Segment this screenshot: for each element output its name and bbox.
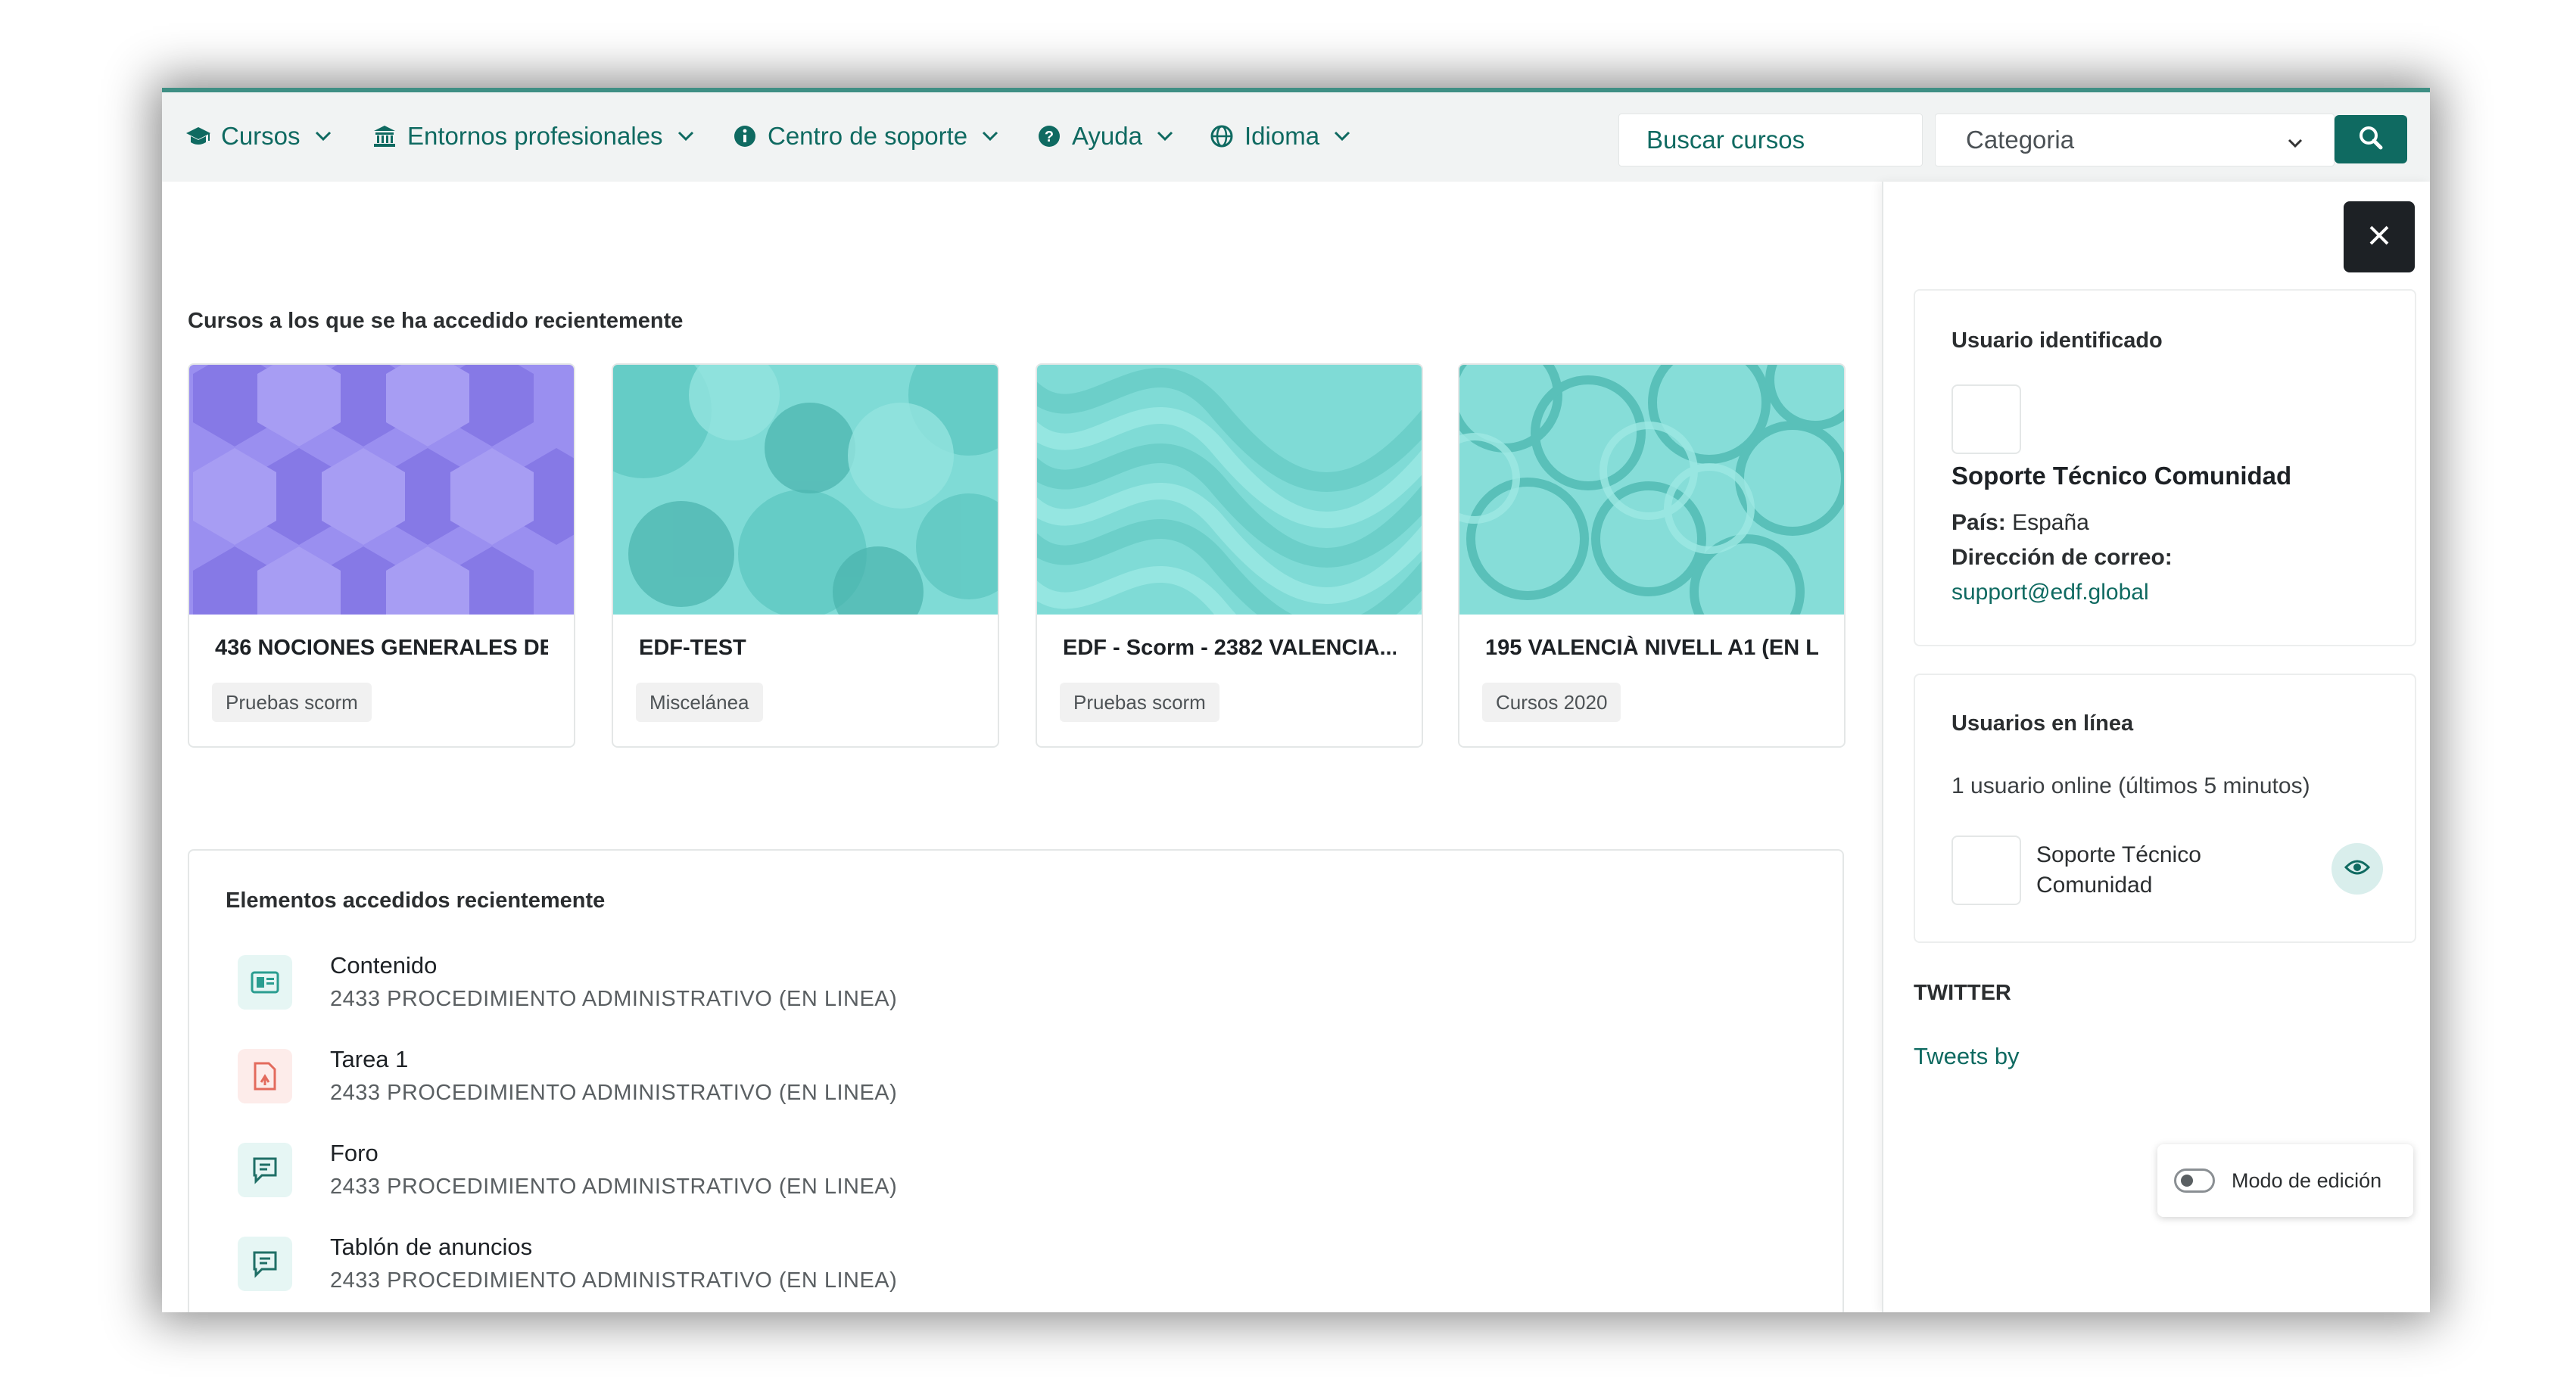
twitter-title: TWITTER	[1914, 981, 2011, 1005]
list-item[interactable]: Tarea 1 2433 PROCEDIMIENTO ADMINISTRATIV…	[238, 1046, 1146, 1122]
nav-centro-soporte-label: Centro de soporte	[768, 122, 968, 150]
nav-ayuda-label: Ayuda	[1072, 122, 1142, 150]
nav-entornos-label: Entornos profesionales	[407, 122, 663, 150]
assignment-icon	[238, 1049, 292, 1103]
online-users-block: Usuarios en línea 1 usuario online (últi…	[1914, 674, 2416, 943]
course-card-image	[613, 365, 998, 637]
edit-mode-label: Modo de edición	[2232, 1169, 2382, 1192]
country-value: España	[2012, 510, 2089, 535]
item-name[interactable]: Contenido	[330, 952, 437, 979]
avatar[interactable]	[1951, 384, 2021, 454]
institution-icon	[371, 123, 398, 150]
item-name[interactable]: Tarea 1	[330, 1046, 408, 1073]
chevron-down-icon	[2287, 126, 2303, 154]
online-users-title: Usuarios en línea	[1951, 711, 2134, 736]
tweets-by-link[interactable]: Tweets by	[1914, 1043, 2020, 1070]
edit-mode-toggle[interactable]: Modo de edición	[2157, 1144, 2413, 1217]
svg-text:?: ?	[1045, 129, 1054, 145]
show-user-button[interactable]	[2331, 843, 2383, 895]
course-name[interactable]: EDF-TEST	[639, 636, 972, 661]
chevron-down-icon	[1156, 126, 1176, 146]
info-circle-icon	[731, 123, 758, 150]
list-item[interactable]: Contenido 2433 PROCEDIMIENTO ADMINISTRAT…	[238, 952, 1146, 1028]
top-navbar: Cursos Entornos profesionales Centro de …	[162, 88, 2430, 182]
search-input[interactable]: Buscar cursos	[1618, 114, 1923, 166]
toggle-knob	[2181, 1175, 2193, 1187]
item-course: 2433 PROCEDIMIENTO ADMINISTRATIVO (EN LI…	[330, 1175, 898, 1199]
nav-cursos-label: Cursos	[221, 122, 301, 150]
nav-idioma-label: Idioma	[1244, 122, 1320, 150]
category-select-value: Categoria	[1966, 126, 2075, 154]
logged-user-block: Usuario identificado Soporte Técnico Com…	[1914, 289, 2416, 646]
course-category-badge: Pruebas scorm	[212, 683, 372, 722]
toggle-switch[interactable]	[2174, 1169, 2215, 1193]
course-category-badge: Pruebas scorm	[1060, 683, 1219, 722]
country-label: País:	[1951, 510, 2006, 535]
graduation-cap-icon	[185, 123, 212, 150]
recent-items-block: Elementos accedidos recientemente Conten…	[188, 849, 1844, 1312]
course-card-image	[189, 365, 574, 643]
chevron-down-icon	[314, 126, 334, 146]
search-icon	[2358, 125, 2384, 154]
logged-user-title: Usuario identificado	[1951, 328, 2163, 353]
nav-entornos[interactable]: Entornos profesionales	[371, 120, 696, 153]
nav-centro-soporte[interactable]: Centro de soporte	[731, 120, 1001, 153]
recent-items-title: Elementos accedidos recientemente	[226, 888, 606, 913]
online-user-name[interactable]: Soporte Técnico Comunidad	[2036, 840, 2201, 901]
list-item[interactable]: Foro 2433 PROCEDIMIENTO ADMINISTRATIVO (…	[238, 1140, 1146, 1215]
item-course: 2433 PROCEDIMIENTO ADMINISTRATIVO (EN LI…	[330, 1268, 898, 1293]
user-fullname[interactable]: Soporte Técnico Comunidad	[1951, 462, 2291, 490]
nav-ayuda[interactable]: ? Ayuda	[1036, 120, 1176, 153]
item-name[interactable]: Tablón de anuncios	[330, 1234, 532, 1261]
course-card[interactable]: EDF - Scorm - 2382 VALENCIA... Pruebas s…	[1036, 363, 1423, 748]
item-course: 2433 PROCEDIMIENTO ADMINISTRATIVO (EN LI…	[330, 1081, 898, 1105]
recent-courses-title: Cursos a los que se ha accedido reciente…	[188, 309, 684, 333]
avatar[interactable]	[1951, 836, 2021, 905]
course-name[interactable]: 436 NOCIONES GENERALES DE ...	[215, 636, 548, 661]
course-card[interactable]: 436 NOCIONES GENERALES DE ... Pruebas sc…	[188, 363, 575, 748]
browser-frame: Cursos Entornos profesionales Centro de …	[162, 88, 2430, 1312]
course-category-badge: Cursos 2020	[1482, 683, 1621, 722]
close-icon	[2367, 223, 2391, 251]
user-country: País: España	[1951, 510, 2089, 536]
course-category-badge: Miscelánea	[636, 683, 763, 722]
category-select[interactable]: Categoria	[1935, 114, 2335, 166]
search-button[interactable]	[2335, 115, 2407, 163]
globe-icon	[1208, 123, 1235, 150]
course-name[interactable]: 195 VALENCIÀ NIVELL A1 (EN LI...	[1485, 636, 1818, 661]
course-name[interactable]: EDF - Scorm - 2382 VALENCIA...	[1063, 636, 1396, 661]
online-user-name-line1: Soporte Técnico	[2036, 842, 2201, 867]
course-card-image	[1037, 365, 1422, 687]
nav-cursos[interactable]: Cursos	[185, 120, 334, 153]
question-circle-icon: ?	[1036, 123, 1063, 150]
right-drawer: Usuario identificado Soporte Técnico Com…	[1882, 182, 2430, 1312]
search-placeholder: Buscar cursos	[1646, 126, 1805, 154]
email-link[interactable]: support@edf.global	[1951, 580, 2149, 605]
online-user-name-line2: Comunidad	[2036, 873, 2153, 898]
item-name[interactable]: Foro	[330, 1140, 378, 1167]
course-card-image	[1459, 365, 1844, 649]
forum-icon	[238, 1237, 292, 1291]
content-icon	[238, 955, 292, 1010]
nav-idioma[interactable]: Idioma	[1208, 120, 1353, 153]
online-users-summary: 1 usuario online (últimos 5 minutos)	[1951, 773, 2310, 798]
list-item[interactable]: Tablón de anuncios 2433 PROCEDIMIENTO AD…	[238, 1234, 1146, 1309]
close-drawer-button[interactable]	[2344, 201, 2415, 272]
course-card[interactable]: EDF-TEST Miscelánea	[612, 363, 999, 748]
chevron-down-icon	[1333, 126, 1353, 146]
course-card[interactable]: 195 VALENCIÀ NIVELL A1 (EN LI... Cursos …	[1458, 363, 1846, 748]
eye-icon	[2344, 858, 2371, 880]
forum-icon	[238, 1143, 292, 1197]
email-label: Dirección de correo:	[1951, 545, 2173, 570]
chevron-down-icon	[677, 126, 696, 146]
item-course: 2433 PROCEDIMIENTO ADMINISTRATIVO (EN LI…	[330, 987, 898, 1011]
chevron-down-icon	[981, 126, 1001, 146]
